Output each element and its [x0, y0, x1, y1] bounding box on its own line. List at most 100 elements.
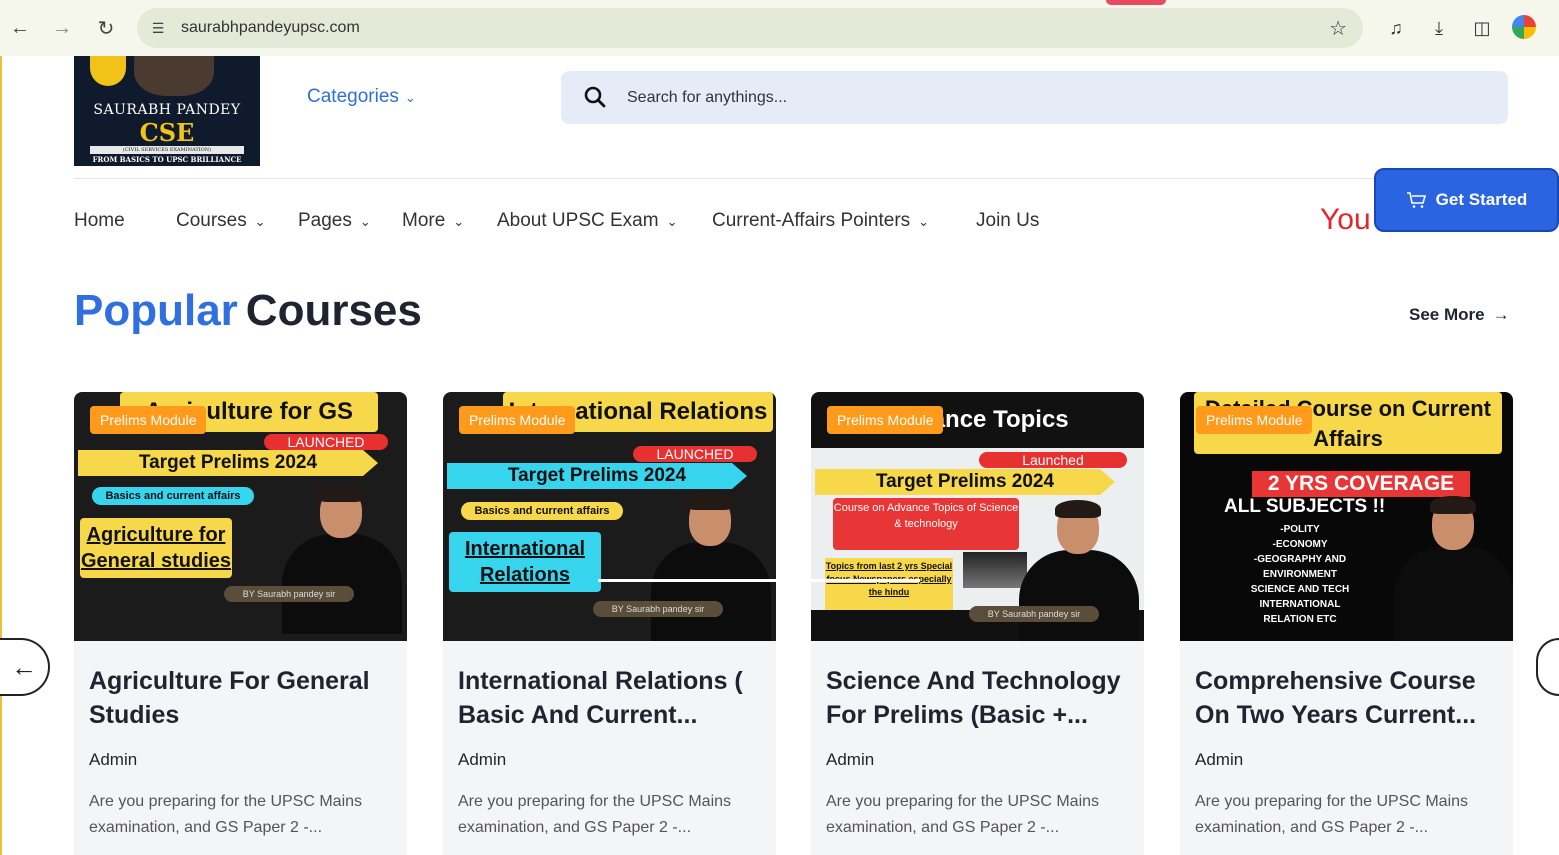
- thumb-list-item: -POLITY: [1280, 524, 1320, 535]
- download-icon[interactable]: ⤓: [1425, 14, 1453, 42]
- thumb-list-item: SCIENCE AND TECH: [1250, 584, 1350, 595]
- module-badge: Prelims Module: [90, 406, 207, 434]
- chevron-down-icon: ⌄: [254, 214, 266, 229]
- thumb-subject: Agriculture for General studies: [80, 518, 232, 578]
- get-started-button[interactable]: Get Started: [1374, 168, 1559, 232]
- thumb-launched: Launched: [979, 452, 1127, 468]
- chevron-down-icon: ⌄: [453, 214, 465, 229]
- module-badge: Prelims Module: [1196, 406, 1313, 434]
- chevron-down-icon: ⌄: [404, 90, 416, 105]
- thumb-target: Target Prelims 2024: [78, 450, 378, 476]
- thumb-list-item: INTERNATIONAL: [1259, 599, 1341, 610]
- carousel-next-button[interactable]: [1536, 638, 1559, 696]
- chevron-down-icon: ⌄: [666, 214, 678, 229]
- bulb-icon: [90, 56, 126, 86]
- nav-item-pages[interactable]: Pages ⌄: [298, 210, 371, 232]
- arrow-right-icon: →: [1492, 305, 1510, 324]
- logo-line-2: CSE: [139, 118, 195, 147]
- thumb-signature: BY Saurabh pandey sir: [969, 606, 1099, 622]
- thumb-mid: Course on Advance Topics of Science & te…: [833, 498, 1019, 550]
- nav-item-courses[interactable]: Courses ⌄: [176, 210, 266, 232]
- course-title[interactable]: International Relations ( Basic And Curr…: [458, 664, 763, 732]
- tab-indicator: [1106, 0, 1166, 5]
- nav-item-about-upsc[interactable]: About UPSC Exam ⌄: [497, 210, 677, 232]
- carousel-prev-button[interactable]: ←: [0, 638, 50, 696]
- chevron-down-icon: ⌄: [918, 214, 930, 229]
- thumb-list-item: RELATION ETC: [1263, 614, 1337, 625]
- arrow-left-icon: ←: [11, 651, 37, 682]
- thumb-basics: Basics and current affairs: [461, 502, 623, 520]
- section-title: Popular Courses: [74, 286, 422, 336]
- thumb-topics: Topics from last 2 yrs Special focus New…: [825, 558, 953, 610]
- get-started-label: Get Started: [1435, 190, 1528, 209]
- course-card[interactable]: Detailed Course on Current Affairs 2 YRS…: [1180, 392, 1513, 855]
- header-divider: [74, 178, 1559, 179]
- nav-item-label: More: [402, 210, 446, 231]
- course-title[interactable]: Agriculture For General Studies: [89, 664, 394, 732]
- course-description: Are you preparing for the UPSC Mains exa…: [826, 793, 1100, 836]
- module-badge: Prelims Module: [827, 406, 944, 434]
- course-title[interactable]: Comprehensive Course On Two Years Curren…: [1195, 664, 1500, 732]
- section-title-rest: Courses: [245, 286, 422, 335]
- course-author: Admin: [826, 750, 875, 769]
- thumb-signature: BY Saurabh pandey sir: [224, 586, 354, 602]
- nav-item-home[interactable]: Home: [74, 210, 125, 232]
- left-frame-edge: [0, 0, 2, 855]
- site-info-icon[interactable]: ☰: [147, 17, 169, 39]
- thumb-target: Target Prelims 2024: [815, 469, 1115, 495]
- nav-item-join-us[interactable]: Join Us: [976, 210, 1039, 232]
- thumb-list-item: ENVIRONMENT: [1263, 569, 1337, 580]
- star-icon[interactable]: ☆: [1329, 16, 1347, 41]
- search-box[interactable]: [561, 71, 1508, 124]
- nav-item-current-affairs[interactable]: Current-Affairs Pointers ⌄: [712, 210, 929, 232]
- logo-line-4: FROM BASICS TO UPSC BRILLIANCE: [92, 155, 242, 164]
- course-title[interactable]: Science And Technology For Prelims (Basi…: [826, 664, 1131, 732]
- see-more-label: See More: [1409, 305, 1485, 324]
- search-icon: [584, 86, 606, 108]
- course-author: Admin: [1195, 750, 1244, 769]
- site-logo[interactable]: SAURABH PANDEY CSE (CIVIL SERVICES EXAMI…: [74, 56, 260, 166]
- profile-avatar[interactable]: [1512, 15, 1536, 39]
- course-author: Admin: [89, 750, 138, 769]
- marquee-text: You: [1320, 203, 1371, 236]
- thumb-all-subjects: ALL SUBJECTS !!: [1224, 496, 1386, 517]
- course-thumbnail[interactable]: Agriculture for GS LAUNCHED Target Preli…: [74, 392, 407, 641]
- course-card[interactable]: International Relations LAUNCHED Target …: [443, 392, 776, 855]
- nav-item-label: Home: [74, 210, 125, 231]
- media-queue-icon[interactable]: ♫: [1382, 14, 1410, 42]
- thumb-coverage: 2 YRS COVERAGE: [1252, 471, 1470, 497]
- address-bar[interactable]: ☰ saurabhpandeyupsc.com ☆: [137, 8, 1363, 48]
- course-thumbnail[interactable]: International Relations LAUNCHED Target …: [443, 392, 776, 641]
- thumb-target: Target Prelims 2024: [447, 463, 747, 489]
- logo-portrait: [134, 56, 214, 96]
- course-description: Are you preparing for the UPSC Mains exa…: [1195, 793, 1469, 836]
- course-card[interactable]: Agriculture for GS LAUNCHED Target Preli…: [74, 392, 407, 855]
- course-author: Admin: [458, 750, 507, 769]
- course-thumbnail[interactable]: Detailed Course on Current Affairs 2 YRS…: [1180, 392, 1513, 641]
- categories-dropdown[interactable]: Categories ⌄: [307, 86, 416, 108]
- thumb-launched: LAUNCHED: [264, 434, 388, 450]
- url-text: saurabhpandeyupsc.com: [181, 19, 360, 36]
- logo-line-1: SAURABH PANDEY: [93, 102, 241, 118]
- see-more-link[interactable]: See More →: [1409, 305, 1510, 325]
- section-title-highlight: Popular: [74, 286, 238, 335]
- side-panel-icon[interactable]: ◫: [1468, 14, 1496, 42]
- nav-item-more[interactable]: More ⌄: [402, 210, 464, 232]
- course-card[interactable]: Advance Topics Launched Target Prelims 2…: [811, 392, 1144, 855]
- forward-arrow-icon[interactable]: →: [48, 14, 76, 42]
- search-input[interactable]: [627, 85, 1447, 111]
- nav-item-label: Join Us: [976, 210, 1040, 231]
- nav-item-label: About UPSC Exam: [497, 210, 659, 231]
- categories-label: Categories: [307, 86, 399, 107]
- course-thumbnail[interactable]: Advance Topics Launched Target Prelims 2…: [811, 392, 1144, 641]
- nav-item-label: Courses: [176, 210, 247, 231]
- chevron-down-icon: ⌄: [359, 214, 371, 229]
- back-arrow-icon[interactable]: ←: [6, 14, 34, 42]
- slider-progress-line: [598, 579, 920, 582]
- thumb-subject: International Relations: [449, 532, 601, 592]
- reload-icon[interactable]: ↻: [92, 14, 120, 42]
- nav-item-label: Pages: [298, 210, 352, 231]
- thumb-launched: LAUNCHED: [633, 446, 757, 462]
- moon-photo: [963, 552, 1027, 588]
- instructor-photo: [1394, 496, 1513, 641]
